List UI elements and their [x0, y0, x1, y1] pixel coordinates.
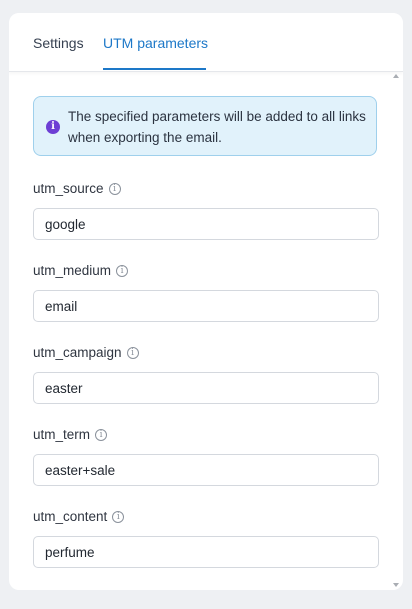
utm-term-label: utm_term i	[33, 427, 108, 443]
info-notice: i The specified parameters will be added…	[33, 96, 377, 156]
utm-term-input[interactable]	[33, 454, 379, 486]
utm-medium-input[interactable]	[33, 290, 379, 322]
tab-settings[interactable]: Settings	[33, 35, 84, 51]
utm-content-input[interactable]	[33, 536, 379, 568]
utm-campaign-label: utm_campaign i	[33, 345, 139, 361]
help-icon[interactable]: i	[126, 347, 139, 359]
utm-content-label: utm_content i	[33, 509, 125, 525]
utm-medium-label-text: utm_medium	[33, 263, 112, 278]
info-icon: i	[46, 120, 60, 134]
utm-campaign-label-text: utm_campaign	[33, 345, 122, 360]
utm-panel: Settings UTM parameters i The specified …	[9, 13, 403, 590]
utm-source-label: utm_source i	[33, 181, 121, 197]
utm-medium-label: utm_medium i	[33, 263, 129, 279]
info-notice-text: The specified parameters will be added t…	[68, 109, 366, 145]
help-icon[interactable]: i	[95, 429, 108, 441]
utm-content-label-text: utm_content	[33, 509, 108, 524]
help-icon[interactable]: i	[112, 511, 125, 523]
scroll-up-arrow-icon[interactable]	[393, 74, 399, 78]
utm-term-label-text: utm_term	[33, 427, 91, 442]
scroll-down-arrow-icon[interactable]	[393, 583, 399, 587]
utm-source-label-text: utm_source	[33, 181, 104, 196]
tab-utm-parameters[interactable]: UTM parameters	[103, 35, 208, 51]
active-tab-indicator	[103, 68, 206, 70]
utm-source-input[interactable]	[33, 208, 379, 240]
help-icon[interactable]: i	[108, 183, 121, 195]
tab-bar: Settings UTM parameters	[9, 13, 403, 72]
help-icon[interactable]: i	[116, 265, 129, 277]
utm-campaign-input[interactable]	[33, 372, 379, 404]
